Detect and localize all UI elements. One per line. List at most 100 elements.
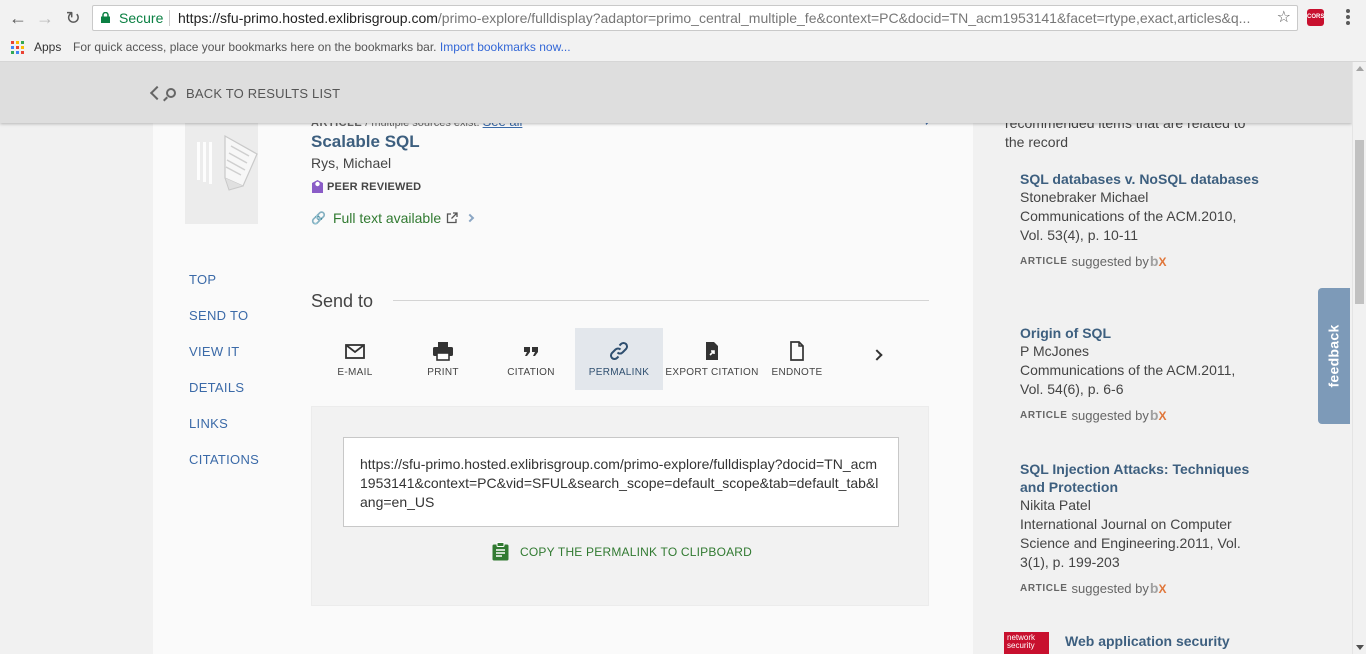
suggested-by-line: ARTICLE suggested by bX (1020, 580, 1260, 596)
full-text-link[interactable]: 🔗 Full text available (311, 210, 475, 226)
nav-top[interactable]: TOP (189, 272, 259, 308)
clipboard-icon (492, 542, 509, 561)
back-to-results-button[interactable]: BACK TO RESULTS LIST (148, 82, 340, 104)
send-to-divider (393, 300, 929, 301)
chain-link-icon (609, 341, 629, 361)
suggested-by-label: suggested by (1071, 407, 1149, 423)
results-topbar: BACK TO RESULTS LIST (0, 62, 1352, 123)
recommendation-author: P McJones (1020, 343, 1089, 359)
browser-menu-icon[interactable] (1340, 7, 1356, 29)
recommendation-thumbnail: network security (1004, 632, 1049, 654)
export-citation-action[interactable]: EXPORT CITATION (663, 328, 761, 390)
email-icon (345, 344, 365, 359)
export-citation-label: EXPORT CITATION (665, 367, 759, 378)
permalink-panel: https://sfu-primo.hosted.exlibrisgroup.c… (311, 406, 929, 606)
record-title[interactable]: Scalable SQL (311, 132, 420, 152)
omnibox-divider (169, 10, 170, 26)
apps-grid-icon[interactable] (11, 41, 24, 54)
url-text[interactable]: https://sfu-primo.hosted.exlibrisgroup.c… (178, 6, 1268, 30)
send-to-actions: E-MAIL PRINT CITATION PERMALINK EXPORT C… (311, 328, 833, 390)
email-label: E-MAIL (337, 367, 373, 378)
scroll-up-arrow-icon[interactable] (1356, 66, 1364, 71)
forward-arrow-icon[interactable]: → (35, 8, 55, 28)
recommendation-item: SQL databases v. NoSQL databases Stonebr… (1020, 170, 1260, 269)
recommendation-title[interactable]: SQL Injection Attacks: Techniques and Pr… (1020, 460, 1260, 496)
print-label: PRINT (427, 367, 459, 378)
suggested-by-label: suggested by (1071, 580, 1149, 596)
nav-send-to[interactable]: SEND TO (189, 308, 259, 344)
recommendation-author: Stonebraker Michael (1020, 189, 1149, 205)
recommendation-source: Communications of the ACM.2011, Vol. 54(… (1020, 362, 1236, 397)
endnote-label: ENDNOTE (771, 367, 823, 378)
address-bar[interactable]: Secure https://sfu-primo.hosted.exlibris… (92, 5, 1298, 31)
chevron-left-icon (149, 85, 165, 101)
secure-label: Secure (119, 10, 164, 26)
page-scrollbar[interactable] (1352, 62, 1366, 654)
full-text-label: Full text available (332, 210, 442, 226)
back-arrow-icon[interactable]: ← (8, 8, 28, 28)
feedback-label: feedback (1326, 324, 1343, 388)
suggested-by-line: ARTICLE suggested by bX (1020, 253, 1260, 269)
print-action[interactable]: PRINT (399, 328, 487, 390)
bx-logo-icon: bX (1149, 253, 1167, 269)
bookmark-star-icon[interactable]: ☆ (1277, 6, 1291, 30)
nav-details[interactable]: DETAILS (189, 380, 259, 416)
recommendation-item: Origin of SQL P McJones Communications o… (1020, 324, 1260, 423)
recommendation-author: Nikita Patel (1020, 497, 1091, 513)
thumbnail-text: network security (1007, 633, 1036, 650)
section-nav: TOP SEND TO VIEW IT DETAILS LINKS CITATI… (189, 272, 259, 488)
link-icon: 🔗 (311, 211, 326, 225)
scroll-down-arrow-icon[interactable] (1356, 645, 1364, 650)
bx-logo-icon: bX (1149, 407, 1167, 423)
chevron-right-icon (465, 213, 475, 223)
copy-permalink-button[interactable]: COPY THE PERMALINK TO CLIPBOARD (492, 542, 752, 561)
article-thumbnail (185, 112, 258, 224)
nav-citations[interactable]: CITATIONS (189, 452, 259, 488)
nav-view-it[interactable]: VIEW IT (189, 344, 259, 380)
endnote-action[interactable]: ENDNOTE (761, 328, 833, 390)
export-document-icon (706, 342, 718, 360)
recommendation-title[interactable]: SQL databases v. NoSQL databases (1020, 170, 1260, 188)
record-author: Rys, Michael (311, 155, 392, 171)
permalink-url-field[interactable]: https://sfu-primo.hosted.exlibrisgroup.c… (343, 437, 899, 527)
quote-icon (524, 347, 538, 356)
feedback-tab[interactable]: feedback (1318, 288, 1350, 424)
bookmarks-bar: Apps For quick access, place your bookma… (0, 36, 1366, 62)
recommendation-title[interactable]: Origin of SQL (1020, 324, 1260, 342)
reload-icon[interactable]: ↻ (63, 8, 83, 28)
recommendation-type: ARTICLE (1020, 582, 1068, 594)
recommendation-source: International Journal on Computer Scienc… (1020, 516, 1241, 570)
external-link-icon (446, 212, 458, 224)
send-to-heading: Send to (311, 291, 374, 311)
page-viewport: BACK TO RESULTS LIST ARTICLE / multiple … (0, 62, 1352, 654)
recommendation-title[interactable]: Web application security (1065, 633, 1230, 649)
bookmarks-hint-text: For quick access, place your bookmarks h… (73, 40, 437, 54)
back-to-results-label: BACK TO RESULTS LIST (186, 85, 341, 101)
browser-toolbar: ← → ↻ Secure https://sfu-primo.hosted.ex… (0, 0, 1366, 36)
copy-permalink-label: COPY THE PERMALINK TO CLIPBOARD (520, 544, 753, 559)
recommendation-type: ARTICLE (1020, 255, 1068, 267)
search-icon (166, 88, 176, 98)
scroll-thumb[interactable] (1355, 140, 1364, 304)
suggested-by-label: suggested by (1071, 253, 1149, 269)
recommendation-item: SQL Injection Attacks: Techniques and Pr… (1020, 460, 1260, 596)
nav-links[interactable]: LINKS (189, 416, 259, 452)
citation-action[interactable]: CITATION (487, 328, 575, 390)
peer-reviewed-icon (312, 180, 323, 193)
import-bookmarks-link[interactable]: Import bookmarks now... (440, 40, 571, 54)
print-icon (433, 342, 453, 361)
permalink-action[interactable]: PERMALINK (575, 328, 663, 390)
peer-reviewed-label: PEER REVIEWED (327, 180, 422, 193)
apps-label[interactable]: Apps (34, 36, 61, 58)
peer-reviewed-badge: PEER REVIEWED (311, 179, 421, 194)
lock-icon (101, 12, 110, 23)
email-action[interactable]: E-MAIL (311, 328, 399, 390)
bookmarks-hint: For quick access, place your bookmarks h… (73, 36, 571, 58)
recommendation-source: Communications of the ACM.2010, Vol. 53(… (1020, 208, 1237, 243)
cors-extension-icon[interactable]: CORS (1307, 9, 1324, 26)
more-actions-arrow-icon[interactable] (868, 346, 886, 364)
suggested-by-line: ARTICLE suggested by bX (1020, 407, 1260, 423)
bx-logo-icon: bX (1149, 580, 1167, 596)
citation-label: CITATION (507, 367, 555, 378)
permalink-label: PERMALINK (588, 367, 650, 378)
